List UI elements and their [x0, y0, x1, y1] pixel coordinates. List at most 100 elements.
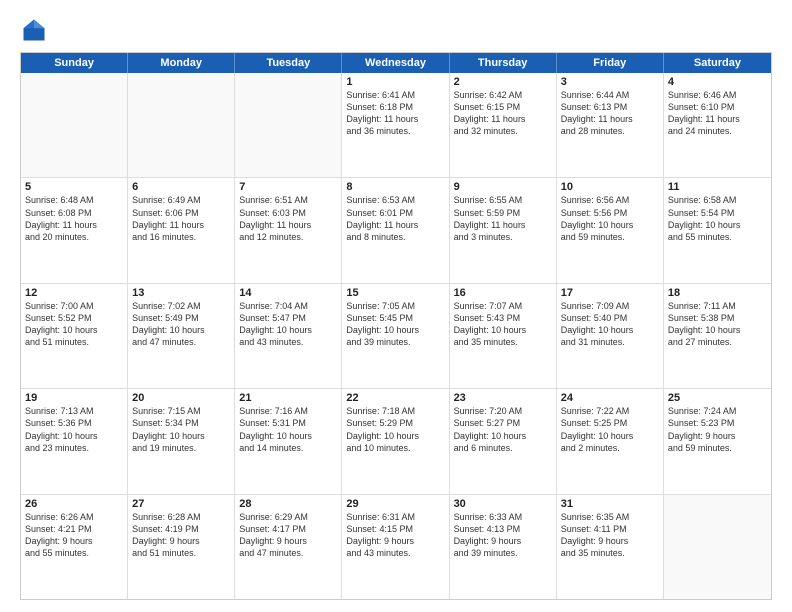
calendar-cell-11: 11Sunrise: 6:58 AM Sunset: 5:54 PM Dayli…: [664, 178, 771, 282]
day-info: Sunrise: 7:05 AM Sunset: 5:45 PM Dayligh…: [346, 300, 444, 349]
day-number: 14: [239, 287, 337, 299]
calendar-cell-20: 20Sunrise: 7:15 AM Sunset: 5:34 PM Dayli…: [128, 389, 235, 493]
day-number: 23: [454, 392, 552, 404]
day-info: Sunrise: 7:20 AM Sunset: 5:27 PM Dayligh…: [454, 405, 552, 454]
calendar-cell-9: 9Sunrise: 6:55 AM Sunset: 5:59 PM Daylig…: [450, 178, 557, 282]
header: [20, 16, 772, 44]
day-number: 9: [454, 181, 552, 193]
day-info: Sunrise: 6:28 AM Sunset: 4:19 PM Dayligh…: [132, 511, 230, 560]
day-info: Sunrise: 7:18 AM Sunset: 5:29 PM Dayligh…: [346, 405, 444, 454]
calendar-cell-5: 5Sunrise: 6:48 AM Sunset: 6:08 PM Daylig…: [21, 178, 128, 282]
calendar-cell-23: 23Sunrise: 7:20 AM Sunset: 5:27 PM Dayli…: [450, 389, 557, 493]
calendar-cell-31: 31Sunrise: 6:35 AM Sunset: 4:11 PM Dayli…: [557, 495, 664, 599]
calendar-cell-8: 8Sunrise: 6:53 AM Sunset: 6:01 PM Daylig…: [342, 178, 449, 282]
day-number: 4: [668, 76, 767, 88]
day-info: Sunrise: 6:48 AM Sunset: 6:08 PM Dayligh…: [25, 194, 123, 243]
calendar-cell-empty-0-2: [235, 73, 342, 177]
calendar-cell-28: 28Sunrise: 6:29 AM Sunset: 4:17 PM Dayli…: [235, 495, 342, 599]
calendar-cell-1: 1Sunrise: 6:41 AM Sunset: 6:18 PM Daylig…: [342, 73, 449, 177]
page: SundayMondayTuesdayWednesdayThursdayFrid…: [0, 0, 792, 612]
day-info: Sunrise: 6:55 AM Sunset: 5:59 PM Dayligh…: [454, 194, 552, 243]
calendar-cell-26: 26Sunrise: 6:26 AM Sunset: 4:21 PM Dayli…: [21, 495, 128, 599]
day-info: Sunrise: 6:53 AM Sunset: 6:01 PM Dayligh…: [346, 194, 444, 243]
day-number: 26: [25, 498, 123, 510]
day-number: 25: [668, 392, 767, 404]
calendar-cell-16: 16Sunrise: 7:07 AM Sunset: 5:43 PM Dayli…: [450, 284, 557, 388]
calendar-cell-27: 27Sunrise: 6:28 AM Sunset: 4:19 PM Dayli…: [128, 495, 235, 599]
weekday-header-friday: Friday: [557, 53, 664, 73]
day-info: Sunrise: 7:16 AM Sunset: 5:31 PM Dayligh…: [239, 405, 337, 454]
day-info: Sunrise: 7:09 AM Sunset: 5:40 PM Dayligh…: [561, 300, 659, 349]
day-info: Sunrise: 7:00 AM Sunset: 5:52 PM Dayligh…: [25, 300, 123, 349]
day-number: 29: [346, 498, 444, 510]
day-number: 12: [25, 287, 123, 299]
calendar-cell-22: 22Sunrise: 7:18 AM Sunset: 5:29 PM Dayli…: [342, 389, 449, 493]
day-info: Sunrise: 6:31 AM Sunset: 4:15 PM Dayligh…: [346, 511, 444, 560]
day-number: 5: [25, 181, 123, 193]
day-number: 15: [346, 287, 444, 299]
day-number: 2: [454, 76, 552, 88]
day-number: 17: [561, 287, 659, 299]
day-number: 27: [132, 498, 230, 510]
calendar-cell-21: 21Sunrise: 7:16 AM Sunset: 5:31 PM Dayli…: [235, 389, 342, 493]
day-info: Sunrise: 6:46 AM Sunset: 6:10 PM Dayligh…: [668, 89, 767, 138]
day-number: 20: [132, 392, 230, 404]
day-info: Sunrise: 6:29 AM Sunset: 4:17 PM Dayligh…: [239, 511, 337, 560]
calendar-row-2: 12Sunrise: 7:00 AM Sunset: 5:52 PM Dayli…: [21, 284, 771, 389]
day-number: 1: [346, 76, 444, 88]
calendar-cell-29: 29Sunrise: 6:31 AM Sunset: 4:15 PM Dayli…: [342, 495, 449, 599]
calendar-row-3: 19Sunrise: 7:13 AM Sunset: 5:36 PM Dayli…: [21, 389, 771, 494]
day-number: 8: [346, 181, 444, 193]
calendar-cell-empty-0-1: [128, 73, 235, 177]
calendar-body: 1Sunrise: 6:41 AM Sunset: 6:18 PM Daylig…: [21, 73, 771, 599]
day-info: Sunrise: 7:22 AM Sunset: 5:25 PM Dayligh…: [561, 405, 659, 454]
day-number: 3: [561, 76, 659, 88]
day-number: 19: [25, 392, 123, 404]
calendar-cell-6: 6Sunrise: 6:49 AM Sunset: 6:06 PM Daylig…: [128, 178, 235, 282]
calendar-cell-3: 3Sunrise: 6:44 AM Sunset: 6:13 PM Daylig…: [557, 73, 664, 177]
calendar-cell-25: 25Sunrise: 7:24 AM Sunset: 5:23 PM Dayli…: [664, 389, 771, 493]
calendar-cell-15: 15Sunrise: 7:05 AM Sunset: 5:45 PM Dayli…: [342, 284, 449, 388]
weekday-header-saturday: Saturday: [664, 53, 771, 73]
day-info: Sunrise: 6:56 AM Sunset: 5:56 PM Dayligh…: [561, 194, 659, 243]
weekday-header-monday: Monday: [128, 53, 235, 73]
day-info: Sunrise: 6:26 AM Sunset: 4:21 PM Dayligh…: [25, 511, 123, 560]
calendar-cell-empty-0-0: [21, 73, 128, 177]
day-info: Sunrise: 7:07 AM Sunset: 5:43 PM Dayligh…: [454, 300, 552, 349]
calendar-cell-14: 14Sunrise: 7:04 AM Sunset: 5:47 PM Dayli…: [235, 284, 342, 388]
day-number: 6: [132, 181, 230, 193]
day-info: Sunrise: 6:49 AM Sunset: 6:06 PM Dayligh…: [132, 194, 230, 243]
calendar-cell-18: 18Sunrise: 7:11 AM Sunset: 5:38 PM Dayli…: [664, 284, 771, 388]
logo: [20, 16, 52, 44]
day-number: 16: [454, 287, 552, 299]
day-number: 21: [239, 392, 337, 404]
day-number: 18: [668, 287, 767, 299]
day-info: Sunrise: 6:35 AM Sunset: 4:11 PM Dayligh…: [561, 511, 659, 560]
day-number: 10: [561, 181, 659, 193]
day-info: Sunrise: 6:44 AM Sunset: 6:13 PM Dayligh…: [561, 89, 659, 138]
day-info: Sunrise: 6:41 AM Sunset: 6:18 PM Dayligh…: [346, 89, 444, 138]
calendar-cell-13: 13Sunrise: 7:02 AM Sunset: 5:49 PM Dayli…: [128, 284, 235, 388]
day-number: 31: [561, 498, 659, 510]
day-info: Sunrise: 7:24 AM Sunset: 5:23 PM Dayligh…: [668, 405, 767, 454]
weekday-header-thursday: Thursday: [450, 53, 557, 73]
day-info: Sunrise: 7:02 AM Sunset: 5:49 PM Dayligh…: [132, 300, 230, 349]
day-info: Sunrise: 7:11 AM Sunset: 5:38 PM Dayligh…: [668, 300, 767, 349]
calendar-row-0: 1Sunrise: 6:41 AM Sunset: 6:18 PM Daylig…: [21, 73, 771, 178]
calendar-cell-4: 4Sunrise: 6:46 AM Sunset: 6:10 PM Daylig…: [664, 73, 771, 177]
day-info: Sunrise: 6:33 AM Sunset: 4:13 PM Dayligh…: [454, 511, 552, 560]
day-number: 13: [132, 287, 230, 299]
weekday-header-wednesday: Wednesday: [342, 53, 449, 73]
weekday-header-tuesday: Tuesday: [235, 53, 342, 73]
day-number: 28: [239, 498, 337, 510]
calendar-row-4: 26Sunrise: 6:26 AM Sunset: 4:21 PM Dayli…: [21, 495, 771, 599]
calendar-cell-12: 12Sunrise: 7:00 AM Sunset: 5:52 PM Dayli…: [21, 284, 128, 388]
day-info: Sunrise: 6:42 AM Sunset: 6:15 PM Dayligh…: [454, 89, 552, 138]
day-info: Sunrise: 6:51 AM Sunset: 6:03 PM Dayligh…: [239, 194, 337, 243]
calendar-cell-24: 24Sunrise: 7:22 AM Sunset: 5:25 PM Dayli…: [557, 389, 664, 493]
logo-icon: [20, 16, 48, 44]
day-info: Sunrise: 7:04 AM Sunset: 5:47 PM Dayligh…: [239, 300, 337, 349]
day-number: 24: [561, 392, 659, 404]
day-info: Sunrise: 7:13 AM Sunset: 5:36 PM Dayligh…: [25, 405, 123, 454]
day-info: Sunrise: 7:15 AM Sunset: 5:34 PM Dayligh…: [132, 405, 230, 454]
